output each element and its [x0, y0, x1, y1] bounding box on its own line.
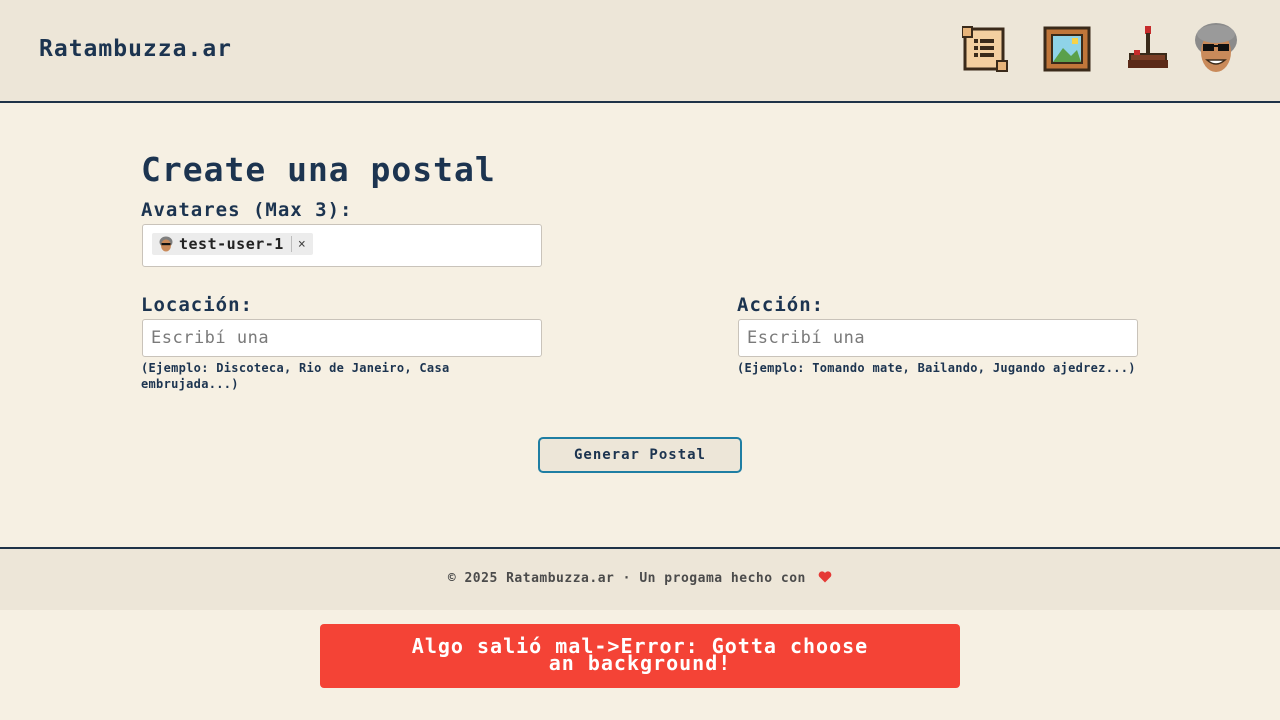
user-avatar-icon: [159, 236, 173, 252]
site-header: Ratambuzza.ar: [0, 0, 1280, 103]
avatars-label: Avatares (Max 3):: [141, 199, 353, 221]
picture-frame-icon[interactable]: [1043, 26, 1091, 72]
brand-link[interactable]: Ratambuzza.ar: [39, 36, 232, 62]
location-label: Locación:: [141, 294, 253, 316]
footer-text-row: © 2025 Ratambuzza.ar · Un progama hecho …: [0, 571, 1280, 586]
page-title: Create una postal: [141, 150, 496, 189]
location-hint: (Ejemplo: Discoteca, Rio de Janeiro, Cas…: [141, 361, 450, 391]
avatar-chip-label: test-user-1: [179, 235, 284, 253]
avatar-chip: test-user-1 ×: [152, 233, 313, 255]
error-toast: Algo salió mal->Error: Gotta choose an b…: [320, 624, 960, 688]
joystick-icon[interactable]: [1126, 24, 1170, 72]
action-hint: (Ejemplo: Tomando mate, Bailando, Jugand…: [737, 361, 1136, 375]
action-input[interactable]: [738, 319, 1138, 357]
avatar-multiselect[interactable]: test-user-1 ×: [142, 224, 542, 267]
close-icon[interactable]: ×: [298, 237, 306, 252]
action-label: Acción:: [737, 294, 825, 316]
user-avatar-icon[interactable]: [1193, 22, 1239, 76]
location-input[interactable]: [142, 319, 542, 357]
generate-postal-button[interactable]: Generar Postal: [538, 437, 742, 473]
chip-divider: [290, 236, 292, 252]
heart-icon: [818, 571, 832, 583]
footer-copyright: © 2025 Ratambuzza.ar · Un progama hecho …: [447, 571, 806, 586]
scroll-icon[interactable]: [961, 25, 1008, 73]
site-footer: © 2025 Ratambuzza.ar · Un progama hecho …: [0, 547, 1280, 610]
